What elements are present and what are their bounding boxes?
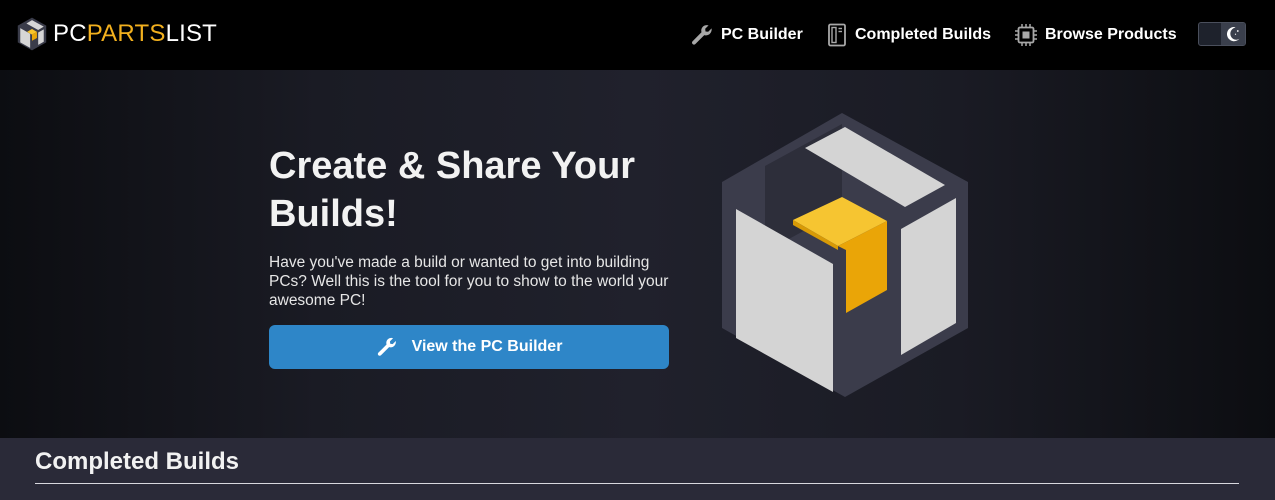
hero-description: Have you've made a build or wanted to ge… bbox=[269, 254, 669, 309]
brand-pc: PC bbox=[53, 20, 87, 47]
brand-parts: PARTS bbox=[86, 20, 166, 47]
view-pc-builder-label: View the PC Builder bbox=[411, 338, 563, 355]
section-title: Completed Builds bbox=[35, 448, 240, 475]
cube-logo-icon bbox=[17, 17, 47, 51]
completed-builds-section: Completed Builds bbox=[0, 438, 1275, 500]
brand-wordmark: PCPARTSLIST bbox=[53, 22, 217, 46]
wrench-icon bbox=[377, 337, 396, 356]
hero-section: Create & Share Your Builds! Have you've … bbox=[0, 70, 1275, 438]
nav-completed-builds[interactable]: Completed Builds bbox=[826, 20, 991, 50]
moon-icon bbox=[1226, 27, 1240, 42]
nav-browse-products[interactable]: Browse Products bbox=[1014, 20, 1177, 50]
section-divider bbox=[35, 483, 1239, 484]
nav-pc-builder[interactable]: PC Builder bbox=[690, 20, 803, 50]
theme-toggle-knob bbox=[1221, 23, 1245, 45]
nav-browse-products-label: Browse Products bbox=[1045, 26, 1177, 43]
theme-toggle[interactable] bbox=[1198, 22, 1246, 46]
nav-pc-builder-label: PC Builder bbox=[721, 26, 803, 43]
pc-case-icon bbox=[828, 23, 846, 47]
wrench-icon bbox=[692, 25, 712, 45]
hero-title: Create & Share Your Builds! bbox=[269, 145, 636, 235]
brand-logo-link[interactable]: PCPARTSLIST bbox=[16, 16, 217, 52]
cube-logo-illustration bbox=[722, 113, 968, 397]
cpu-chip-icon bbox=[1015, 24, 1037, 46]
nav-completed-builds-label: Completed Builds bbox=[855, 26, 992, 43]
top-navbar: PCPARTSLIST PC Builder Completed Builds bbox=[0, 0, 1275, 70]
brand-list: LIST bbox=[165, 20, 218, 47]
view-pc-builder-button[interactable]: View the PC Builder bbox=[269, 325, 669, 369]
